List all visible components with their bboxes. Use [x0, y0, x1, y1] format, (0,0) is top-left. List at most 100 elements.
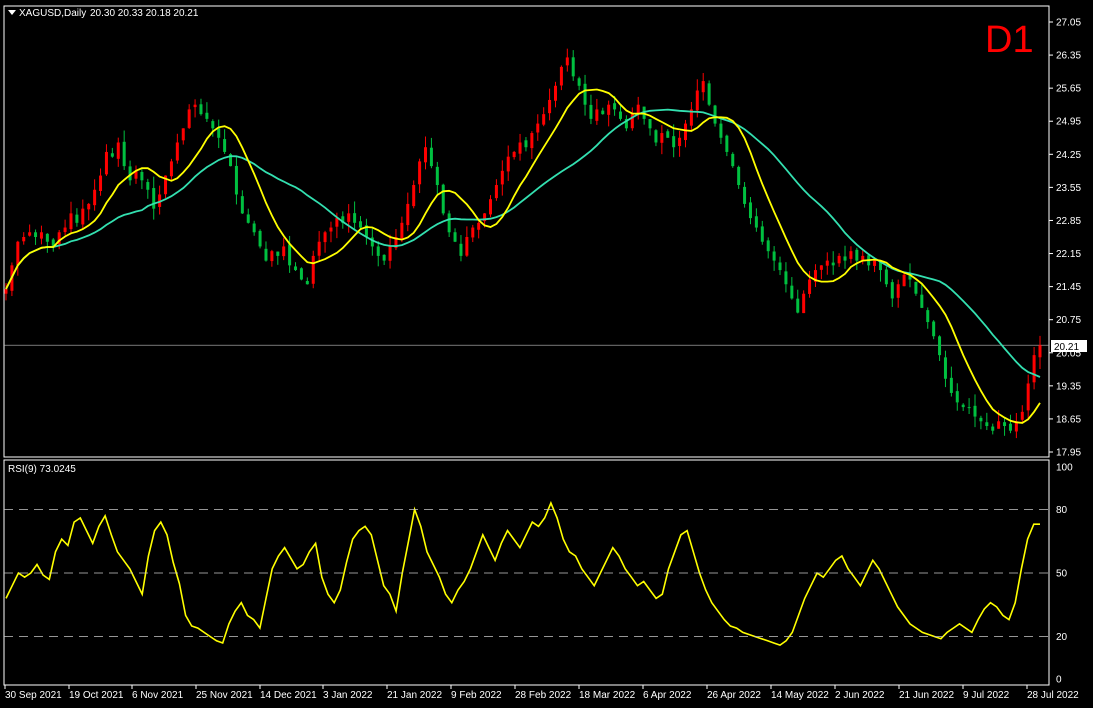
candle-body [979, 417, 983, 422]
candle-body [81, 208, 85, 225]
price-tick-label: 21.45 [1056, 282, 1081, 293]
candle-body [234, 165, 238, 195]
price-chart[interactable]: 27.05 26.35 25.65 24.95 24.25 23.55 22.85 22.15… [0, 0, 1093, 708]
candle-body [418, 161, 422, 185]
candle-body [902, 274, 906, 287]
candle-body [896, 284, 900, 298]
rsi-tick-label: 80 [1056, 505, 1068, 516]
candle-body [211, 121, 215, 129]
candle-body [778, 262, 782, 271]
candle-body [997, 421, 1001, 429]
candle-body [565, 57, 569, 66]
candle-body [607, 104, 611, 115]
candle-body [453, 232, 457, 242]
candle-body [506, 156, 510, 172]
candle-body [359, 221, 363, 228]
candle-body [754, 216, 758, 228]
candle-body [122, 141, 126, 167]
candle-body [524, 140, 528, 148]
candle-body [542, 114, 546, 125]
candle-body [884, 269, 888, 285]
candle-body [87, 203, 91, 210]
price-tick-label: 25.65 [1056, 84, 1081, 95]
candle-body [666, 131, 670, 138]
candle-body [825, 260, 829, 266]
candle-body [494, 185, 498, 199]
candle-body [660, 133, 664, 143]
candle-body [388, 246, 392, 261]
price-tick-label: 17.95 [1056, 448, 1081, 459]
candle-body [276, 251, 280, 256]
candle-body [199, 104, 203, 115]
candle-body [294, 266, 298, 271]
candle-body [737, 166, 741, 186]
candle-body [16, 241, 20, 266]
candle-body [589, 104, 593, 119]
candle-body [943, 357, 947, 379]
price-tick-label: 23.55 [1056, 183, 1081, 194]
candle-body [169, 161, 173, 177]
candle-body [796, 298, 800, 313]
symbol-label: XAGUSD,Daily [19, 8, 86, 19]
candle-body [1003, 422, 1007, 427]
price-tick-label: 18.65 [1056, 414, 1081, 425]
candle-body [583, 83, 587, 105]
candle-body [991, 426, 995, 431]
candle-body [678, 137, 682, 147]
candle-body [961, 404, 965, 408]
candle-body [548, 99, 552, 114]
candle-body [69, 213, 73, 230]
candle-body [790, 285, 794, 299]
candle-body [477, 222, 481, 230]
candle-body [772, 251, 776, 261]
candle-body [932, 321, 936, 337]
candle-body [1020, 411, 1024, 420]
candle-body [299, 268, 303, 280]
candle-body [713, 105, 717, 124]
candle-body [559, 66, 563, 86]
dropdown-triangle-icon[interactable] [8, 10, 16, 15]
time-tick-label: 25 Nov 2021 [196, 690, 253, 701]
candle-body [264, 248, 268, 261]
time-tick-label: 18 Mar 2022 [579, 690, 636, 701]
candle-body [654, 130, 658, 143]
candle-body [536, 123, 540, 133]
time-tick-label: 19 Oct 2021 [69, 690, 124, 701]
candlestick-series [4, 48, 1042, 439]
candle-body [181, 128, 185, 141]
candle-body [152, 188, 156, 209]
candle-body [353, 213, 357, 223]
ma-fast-line [5, 88, 1041, 424]
candle-body [518, 142, 522, 154]
candle-body [926, 310, 930, 323]
candle-body [406, 203, 410, 226]
candle-body [246, 214, 250, 223]
candle-body [938, 336, 942, 356]
candle-body [595, 109, 599, 121]
candle-body [719, 123, 723, 138]
candle-body [104, 151, 108, 175]
candle-body [110, 153, 114, 157]
candle-body [784, 271, 788, 285]
candle-body [270, 251, 274, 262]
candle-body [382, 254, 386, 261]
candle-body [305, 281, 309, 285]
time-tick-label: 6 Nov 2021 [132, 690, 184, 701]
candle-body [329, 227, 333, 232]
candle-body [955, 391, 959, 403]
candle-body [4, 288, 8, 294]
time-tick-label: 14 Dec 2021 [260, 690, 317, 701]
candle-body [175, 142, 179, 161]
candle-body [802, 293, 806, 314]
candle-body [140, 171, 144, 181]
time-tick-label: 28 Jul 2022 [1027, 690, 1079, 701]
candle-body [949, 377, 953, 393]
candle-body [701, 81, 705, 93]
candle-body [435, 166, 439, 186]
candle-body [849, 251, 853, 259]
candle-body [985, 422, 989, 427]
candle-body [193, 104, 197, 108]
candle-body [672, 136, 676, 148]
candle-body [22, 237, 26, 242]
candle-body [1026, 383, 1030, 411]
